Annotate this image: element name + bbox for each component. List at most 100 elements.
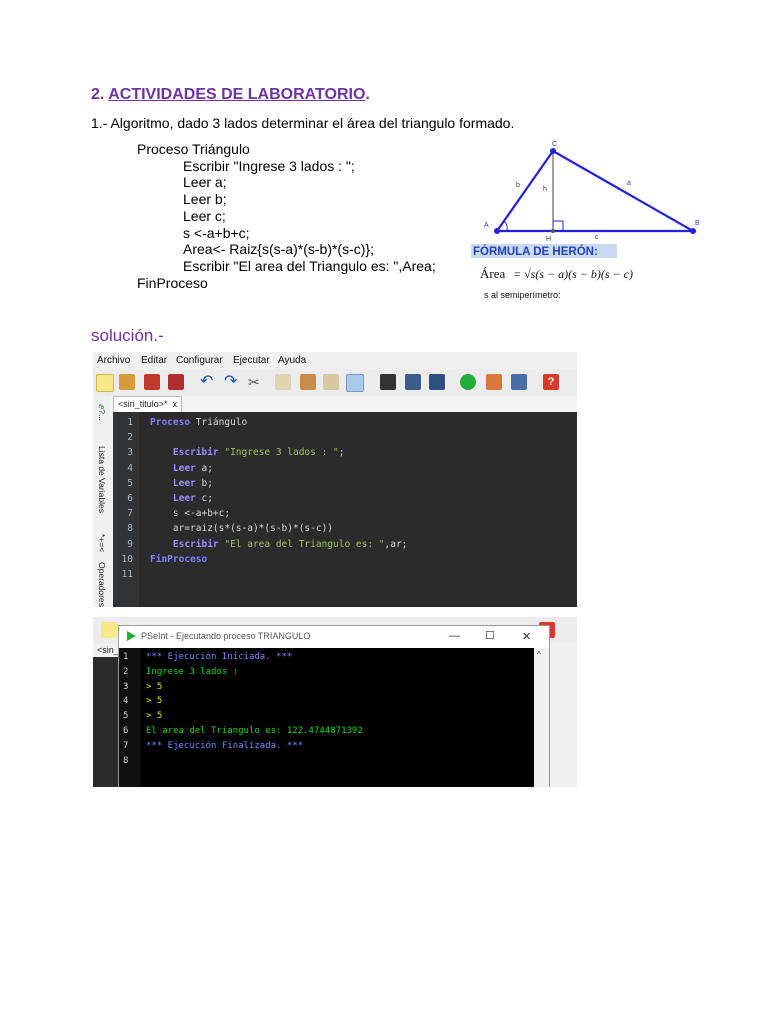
run-window: PSeInt - Ejecutando proceso TRIANGULO — … [118,625,550,787]
code-line: Proceso Triángulo [150,415,407,430]
semiperimeter-note: s al semiperímetro: [484,290,561,300]
code-token: ; [338,447,345,459]
code-line: FinProceso [150,552,407,567]
console-line-number: 1 [123,652,129,662]
close-button[interactable]: ✕ [522,630,531,643]
save-icon[interactable] [144,374,160,390]
pseudocode-line: Leer a; [183,174,227,191]
pseudocode-line: Leer c; [183,207,226,224]
open-file-icon[interactable] [119,374,135,390]
line-number: 8 [127,523,133,535]
console-scrollbar[interactable]: ^ [534,648,549,787]
find-next-icon[interactable] [405,374,421,390]
variables-list-tab[interactable]: Lista de Variables [97,446,107,513]
menu-archivo[interactable]: Archivo [97,355,130,366]
line-number: 10 [121,553,133,565]
line-number: 5 [127,477,133,489]
pseudocode-line: s <-a+b+c; [183,224,250,241]
code-token: FinProceso [150,553,208,565]
pseint-editor-screenshot: Archivo Editar Configurar Ejecutar Ayuda… [93,352,577,607]
code-token: s <-a+b+c; [150,508,231,520]
redo-icon[interactable]: ↷ [224,374,240,390]
console-line: > 5 [146,681,163,692]
console-line: *** Ejecución Finalizada. *** [146,740,304,751]
line-number: 2 [127,432,133,444]
copy-icon[interactable] [275,374,291,390]
code-token: ,ar; [384,538,408,550]
heading-number: 2. [91,86,109,103]
line-numbers: 1 2 3 4 5 6 7 8 9 10 11 [119,415,133,582]
code-line: Leer a; [150,461,407,476]
code-token: "El area del Triangulo es: " [224,538,385,550]
line-number: 7 [127,508,133,520]
menu-ejecutar[interactable]: Ejecutar [233,355,270,366]
help-icon[interactable]: ? [543,374,559,390]
code-line: s <-a+b+c; [150,506,407,521]
operators-tab[interactable]: Operadores [97,562,107,607]
code-token: ar=raiz(s*(s-a)*(s-b)*(s-c)) [150,523,334,535]
section-heading: 2. ACTIVIDADES DE LABORATORIO. [91,86,370,104]
undo-icon[interactable]: ↶ [200,374,216,390]
paste-icon[interactable] [300,374,316,390]
code-token: a; [201,462,213,474]
line-number: 6 [127,493,133,505]
code-token: Leer [150,477,202,489]
code-token: Triángulo [195,417,248,428]
heading-title: ACTIVIDADES DE LABORATORIO [108,86,366,103]
binoculars-icon[interactable] [380,374,396,390]
pseint-run-screenshot: <sin_ PSeInt - Ejecutando proceso TRIANG… [93,617,577,787]
console-line: El area del Triangulo es: 122.4744871392 [146,725,363,736]
menu-ayuda[interactable]: Ayuda [278,355,306,366]
area-label: Área [480,266,505,281]
replace-icon[interactable] [429,374,445,390]
console-line-number: 7 [123,740,129,751]
pseudocode-line: Escribir "El area del Triangulo es: ",Ar… [183,257,436,274]
side-label-b: b [516,182,520,189]
step-icon[interactable] [486,374,502,390]
save-as-icon[interactable] [168,374,184,390]
close-tab-icon[interactable]: x [173,399,178,409]
code-token: b; [201,477,213,489]
console-line: *** Ejecución Iniciada. *** [146,652,293,662]
heading-period: . [365,86,370,103]
console-output[interactable]: 1 2 3 4 5 6 7 8 *** Ejecución Iniciada. *** Ingr… [119,648,534,787]
code-line: Leer c; [150,491,407,506]
scroll-up-icon[interactable]: ^ [537,650,541,659]
maximize-button[interactable]: ☐ [485,629,495,642]
minimize-button[interactable]: — [449,630,460,642]
new-file-icon[interactable] [96,374,114,392]
code-token: "Ingrese 3 lados : " [224,447,339,459]
file-tab[interactable]: <sin_titulo>* x [113,396,183,412]
side-label-a: a [627,180,631,187]
solution-label: solución.- [91,326,164,345]
new-file-icon [101,622,117,638]
cut-icon[interactable]: ✂ [248,374,264,390]
find-icon[interactable] [346,374,364,392]
vertex-label-b: B [695,220,700,227]
code-editor[interactable]: 1 2 3 4 5 6 7 8 9 10 11 Proceso Triángulo Escribir… [113,412,577,607]
menu-editar[interactable]: Editar [141,355,167,366]
operator-symbols: *+=< [97,534,107,553]
console-line-number: 4 [123,696,129,707]
run-window-title: PSeInt - Ejecutando proceso TRIANGULO [141,631,311,641]
vertex-label-a: A [484,222,489,229]
pseudocode-line: Proceso Triángulo [137,141,250,157]
code-token: Escribir [150,447,225,459]
indent-icon[interactable] [323,374,339,390]
line-number: 11 [121,569,133,581]
vertex-label-c: C [552,141,557,148]
play-icon [127,631,136,641]
background-editor [93,657,118,787]
code-token: Proceso [150,417,196,428]
menu-bar: Archivo Editar Configurar Ejecutar Ayuda [93,352,577,369]
console-line-number: 2 [123,666,129,677]
menu-configurar[interactable]: Configurar [176,355,223,366]
side-symbols: ⅇ?... [97,404,107,422]
run-icon[interactable] [460,374,476,390]
code-token: c; [201,492,213,504]
line-number: 9 [127,538,133,550]
code-line: Escribir "Ingrese 3 lados : "; [150,445,407,460]
debug-icon[interactable] [511,374,527,390]
